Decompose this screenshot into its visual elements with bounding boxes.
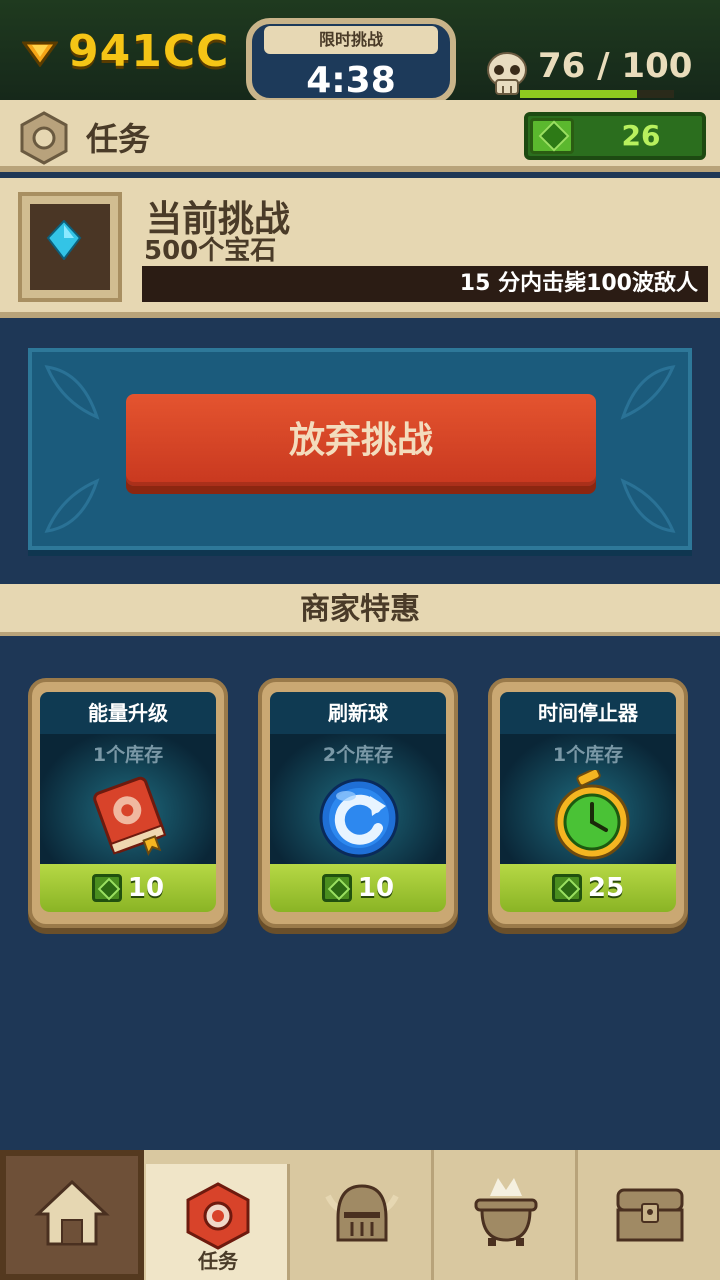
task-title: 任务 bbox=[86, 120, 151, 158]
gem-balance-value: 26 bbox=[621, 119, 661, 152]
helmet-icon bbox=[325, 1184, 399, 1242]
leaf-ornament-icon bbox=[44, 365, 100, 420]
shop-item-refresh-orb[interactable]: 刷新球 2个库存 10 bbox=[258, 678, 458, 928]
item-price-value: 10 bbox=[127, 873, 165, 903]
abandon-challenge-button[interactable]: 放弃挑战 bbox=[126, 394, 596, 486]
lives-bar bbox=[520, 90, 674, 98]
timer-value: 4:38 bbox=[306, 60, 396, 101]
item-price-value: 10 bbox=[357, 873, 395, 903]
item-name: 时间停止器 bbox=[500, 692, 676, 734]
green-gem-icon bbox=[530, 118, 574, 154]
lives-bar-fill bbox=[520, 90, 638, 98]
item-price-value: 25 bbox=[587, 873, 625, 903]
lives-counter: 76 / 100 bbox=[538, 46, 693, 86]
leaf-ornament-icon bbox=[44, 478, 100, 533]
refresh-orb-icon bbox=[319, 778, 399, 858]
merchant-header: 商家特惠 bbox=[0, 584, 720, 636]
cauldron-icon bbox=[474, 1178, 538, 1246]
leaf-ornament-icon bbox=[620, 365, 676, 420]
challenge-reward: 500个宝石 bbox=[144, 236, 277, 266]
currency-amount: 941CC bbox=[68, 26, 230, 77]
item-price: 25 bbox=[500, 864, 676, 912]
bottom-nav: 任务 bbox=[0, 1150, 720, 1280]
item-price: 10 bbox=[40, 864, 216, 912]
nav-tasks-label: 任务 bbox=[198, 1249, 238, 1273]
leaf-ornament-icon bbox=[620, 478, 676, 533]
top-bar: 941CC 限时挑战 4:38 76 / 100 bbox=[0, 0, 720, 104]
item-price: 10 bbox=[270, 864, 446, 912]
gem-balance[interactable]: 26 bbox=[524, 112, 706, 160]
item-stock: 1个库存 bbox=[552, 744, 624, 766]
green-gem-icon bbox=[321, 874, 352, 902]
challenge-frame bbox=[18, 192, 122, 302]
nav-tasks[interactable]: 任务 bbox=[146, 1164, 290, 1280]
limited-challenge-timer: 限时挑战 4:38 bbox=[246, 18, 456, 104]
current-challenge: 当前挑战 500个宝石 15 分内击毙100波敌人 bbox=[0, 178, 720, 318]
challenge-description: 15 分内击毙100波敌人 bbox=[142, 266, 708, 302]
nav-cauldron[interactable] bbox=[434, 1150, 578, 1280]
task-nut-icon bbox=[20, 111, 68, 165]
green-gem-icon bbox=[91, 874, 122, 902]
currency-gem-icon bbox=[22, 41, 58, 67]
item-stock: 2个库存 bbox=[322, 744, 394, 766]
chest-icon bbox=[616, 1188, 684, 1242]
nav-home[interactable] bbox=[0, 1150, 144, 1280]
nav-chest[interactable] bbox=[578, 1150, 720, 1280]
red-book-icon bbox=[93, 776, 167, 857]
stopwatch-icon bbox=[554, 770, 630, 860]
green-gem-icon bbox=[551, 874, 582, 902]
shop-item-power-upgrade[interactable]: 能量升级 1个库存 10 bbox=[28, 678, 228, 928]
shop-item-time-stopper[interactable]: 时间停止器 1个库存 25 bbox=[488, 678, 688, 928]
item-name: 能量升级 bbox=[40, 692, 216, 734]
home-icon bbox=[34, 1179, 110, 1246]
item-name: 刷新球 bbox=[270, 692, 446, 734]
blue-diamond-icon bbox=[46, 220, 82, 260]
item-stock: 1个库存 bbox=[92, 744, 164, 766]
nav-heroes[interactable] bbox=[290, 1150, 434, 1280]
currency-display: 941CC bbox=[22, 26, 229, 77]
timer-label: 限时挑战 bbox=[264, 26, 438, 54]
merchant-title: 商家特惠 bbox=[300, 592, 420, 627]
